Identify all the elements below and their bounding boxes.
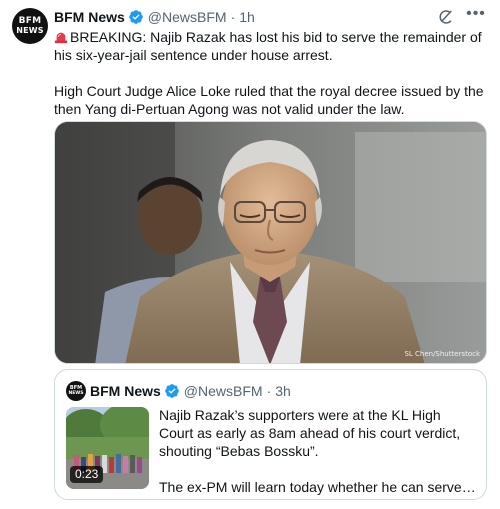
quoted-tweet-header: BFM News @NewsBFM · 3h: [90, 381, 291, 401]
tweet[interactable]: BFM NEWS BFM News @NewsBFM · 1h ••• BREA…: [0, 0, 500, 509]
quoted-tweet-text: Najib Razak’s supporters were at the KL …: [159, 406, 477, 496]
quoted-verified-badge-icon: [164, 384, 179, 398]
quoted-avatar-text-line2: NEWS: [68, 391, 84, 396]
tweet-paragraph-1: BREAKING: Najib Razak has lost his bid t…: [54, 28, 494, 64]
quoted-timestamp: 3h: [275, 383, 291, 399]
verified-badge-icon: [128, 10, 143, 24]
tweet-header: BFM News @NewsBFM · 1h: [54, 7, 255, 27]
avatar-text-line2: NEWS: [16, 26, 44, 35]
tweet-paragraph-1-text: BREAKING: Najib Razak has lost his bid t…: [54, 29, 482, 63]
tweet-paragraph-2: High Court Judge Alice Loke ruled that t…: [54, 83, 484, 117]
quoted-author-avatar[interactable]: BFM NEWS: [66, 381, 86, 401]
author-avatar[interactable]: BFM NEWS: [12, 8, 48, 44]
quoted-tweet[interactable]: BFM NEWS BFM News @NewsBFM · 3h 0:23 Naj…: [54, 369, 487, 500]
photo-credit: SL Chen/Shutterstock: [404, 350, 480, 358]
siren-emoji-icon: [54, 32, 68, 44]
quoted-video-thumbnail[interactable]: 0:23: [66, 407, 149, 489]
tweet-photo[interactable]: SL Chen/Shutterstock: [54, 121, 487, 364]
video-duration: 0:23: [70, 466, 104, 483]
quoted-author-handle: @NewsBFM: [183, 383, 263, 399]
timestamp[interactable]: 1h: [239, 9, 255, 25]
quoted-paragraph-1: Najib Razak’s supporters were at the KL …: [159, 407, 461, 459]
author-handle[interactable]: @NewsBFM: [148, 9, 227, 25]
tweet-text: BREAKING: Najib Razak has lost his bid t…: [54, 28, 494, 118]
photo-najib-razak: [55, 122, 486, 363]
quoted-separator-dot: ·: [266, 383, 272, 399]
grok-icon[interactable]: [437, 8, 455, 26]
quoted-paragraph-2: The ex-PM will learn today whether he ca…: [159, 479, 477, 495]
author-name[interactable]: BFM News: [54, 9, 125, 25]
quoted-author-name: BFM News: [90, 383, 161, 399]
separator-dot: ·: [230, 9, 236, 25]
more-icon[interactable]: •••: [466, 6, 486, 26]
avatar-text-line1: BFM: [18, 16, 42, 26]
